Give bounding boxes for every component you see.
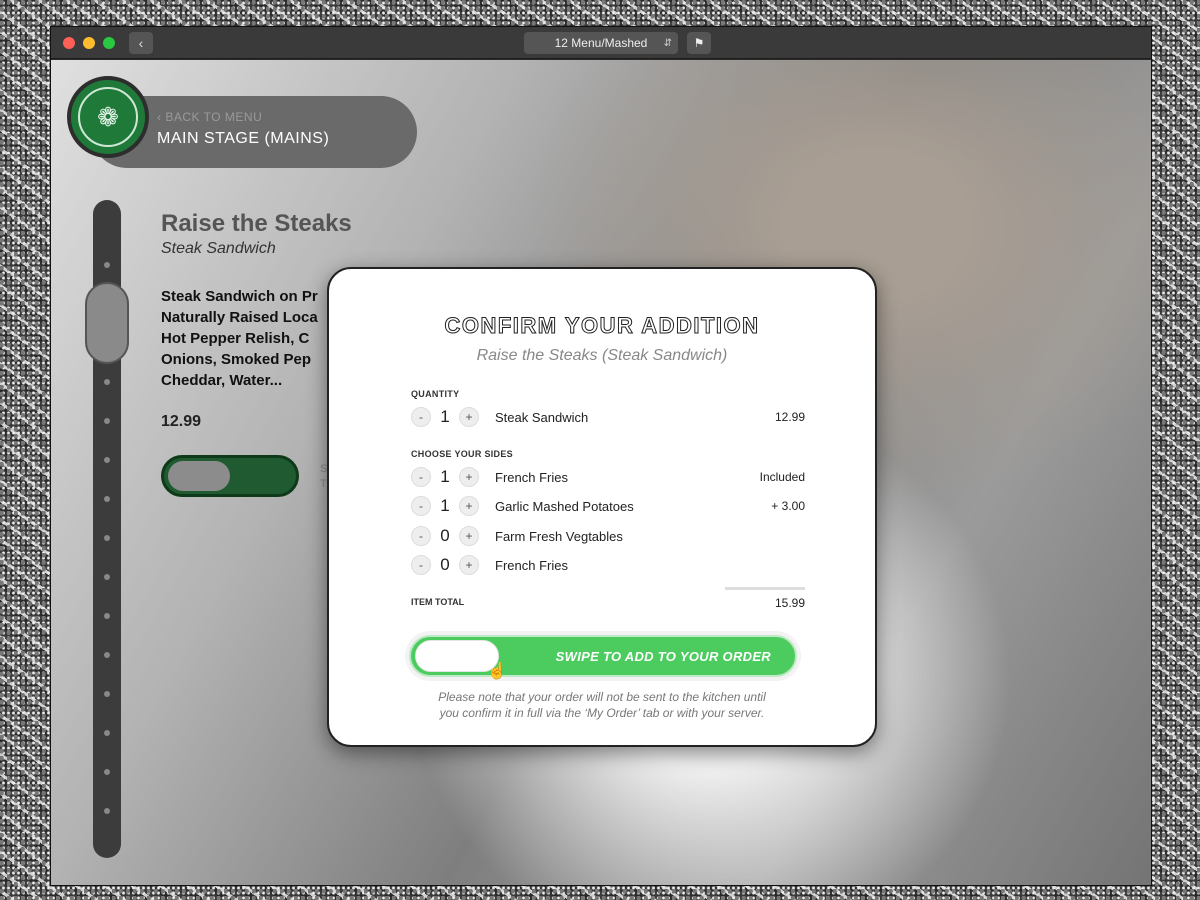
restaurant-logo[interactable]: ❁ (67, 76, 149, 158)
modal-subtitle: Raise the Steaks (Steak Sandwich) (476, 347, 728, 364)
increase-button[interactable]: + (459, 496, 479, 516)
decrease-button[interactable]: - (411, 407, 431, 427)
side-price: + 3.00 (771, 499, 805, 513)
increase-button[interactable]: + (459, 407, 479, 427)
window-controls (63, 36, 115, 49)
side-price: Included (759, 470, 805, 484)
scroll-dot[interactable] (104, 574, 110, 580)
decrease-button[interactable]: - (411, 467, 431, 487)
menu-swipe-knob[interactable] (168, 461, 230, 491)
swipe-to-add-label: SWIPE TO ADD TO YOUR ORDER (555, 649, 771, 664)
close-window-button[interactable] (63, 36, 75, 49)
increase-button[interactable]: + (459, 555, 479, 575)
fork-spoon-icon: ❁ (78, 87, 138, 147)
quantity-label: QUANTITY (411, 389, 460, 399)
sides-label: CHOOSE YOUR SIDES (411, 449, 513, 459)
side-row: - 1 + French Fries Included (411, 466, 805, 488)
confirm-addition-modal: CONFIRM YOUR ADDITION Raise the Steaks (… (327, 267, 877, 747)
page-title: MAIN STAGE (MAINS) (157, 130, 330, 147)
scroll-dot[interactable] (104, 691, 110, 697)
scroll-dot[interactable] (104, 652, 110, 658)
scroll-dot[interactable] (104, 730, 110, 736)
side-name: French Fries (495, 469, 568, 485)
page-selector-value: 12 Menu/Mashed (554, 36, 648, 50)
order-note: Please note that your order will not be … (369, 689, 835, 721)
chevron-updown-icon: ⇵ (663, 37, 672, 49)
back-to-menu-link[interactable]: ‹ BACK TO MENU (157, 110, 417, 124)
side-row: - 1 + Garlic Mashed Potatoes + 3.00 (411, 495, 805, 517)
menu-scroll-thumb[interactable] (85, 282, 129, 364)
note-line: Please note that your order will not be … (438, 690, 766, 704)
side-name: French Fries (495, 557, 568, 573)
scroll-dot[interactable] (104, 457, 110, 463)
main-item-row: - 1 + Steak Sandwich 12.99 (411, 406, 805, 428)
page-selector[interactable]: 12 Menu/Mashed ⇵ (524, 32, 678, 54)
zoom-window-button[interactable] (103, 36, 115, 49)
scroll-dot[interactable] (104, 418, 110, 424)
flag-icon[interactable]: ⚑ (687, 32, 711, 54)
scroll-dot[interactable] (104, 808, 110, 814)
swipe-to-add-slider[interactable]: SWIPE TO ADD TO YOUR ORDER (409, 635, 797, 677)
app-window: ‹ 12 Menu/Mashed ⇵ ⚑ ❁ ‹ BACK TO MENU MA… (50, 26, 1152, 886)
app-canvas: ❁ ‹ BACK TO MENU MAIN STAGE (MAINS) Rais… (51, 60, 1151, 885)
side-name: Garlic Mashed Potatoes (495, 498, 634, 514)
menu-item-title: Raise the Steaks (161, 210, 352, 237)
side-row: - 0 + French Fries (411, 554, 805, 576)
scroll-dot[interactable] (104, 379, 110, 385)
item-total-label: ITEM TOTAL (411, 597, 465, 607)
minimize-window-button[interactable] (83, 36, 95, 49)
quantity-value: 1 (440, 496, 450, 515)
item-total-value: 15.99 (774, 596, 805, 610)
scroll-dot[interactable] (104, 769, 110, 775)
decrease-button[interactable]: - (411, 555, 431, 575)
modal-title: CONFIRM YOUR ADDITION (444, 313, 760, 339)
item-price: 12.99 (774, 410, 805, 424)
menu-swipe-toggle[interactable]: SW TO (161, 455, 338, 497)
quantity-value: 0 (440, 526, 450, 545)
chevron-left-icon[interactable]: ‹ (129, 31, 153, 54)
scroll-dot[interactable] (104, 262, 110, 268)
menu-item-subtitle: Steak Sandwich (161, 240, 276, 257)
quantity-value: 1 (440, 467, 450, 486)
title-bar: ‹ 12 Menu/Mashed ⇵ ⚑ (51, 27, 1151, 59)
decrease-button[interactable]: - (411, 496, 431, 516)
side-name: Farm Fresh Vegtables (495, 528, 623, 544)
scroll-dot[interactable] (104, 613, 110, 619)
scroll-dot[interactable] (104, 496, 110, 502)
increase-button[interactable]: + (459, 526, 479, 546)
hand-cursor-icon: ☝ (487, 663, 507, 680)
decrease-button[interactable]: - (411, 526, 431, 546)
total-divider (725, 587, 805, 590)
back-to-menu-label: BACK TO MENU (165, 110, 263, 124)
quantity-value: 0 (440, 555, 450, 574)
quantity-value: 1 (440, 407, 450, 426)
item-name: Steak Sandwich (495, 409, 589, 425)
side-row: - 0 + Farm Fresh Vegtables (411, 525, 805, 547)
increase-button[interactable]: + (459, 467, 479, 487)
scroll-dot[interactable] (104, 535, 110, 541)
note-line: you confirm it in full via the ‘My Order… (439, 706, 765, 720)
